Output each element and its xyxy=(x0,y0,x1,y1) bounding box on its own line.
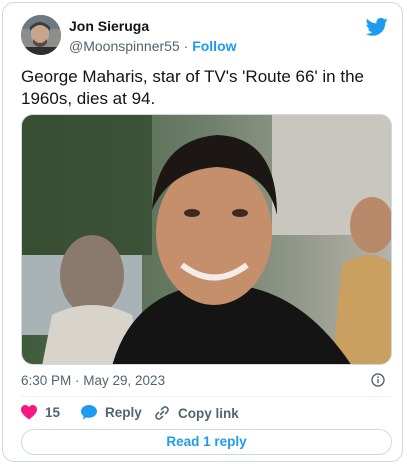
reply-button[interactable]: Reply xyxy=(81,405,142,420)
author-handle[interactable]: @Moonspinner55 xyxy=(69,38,180,54)
read-replies-button[interactable]: Read 1 reply xyxy=(21,429,392,455)
tweet-text: George Maharis, star of TV's 'Route 66' … xyxy=(21,67,364,108)
author-name[interactable]: Jon Sieruga xyxy=(69,18,149,34)
copy-link-button[interactable]: Copy link xyxy=(154,405,239,421)
reply-bubble-icon xyxy=(81,405,97,420)
info-icon[interactable] xyxy=(371,373,385,387)
avatar[interactable] xyxy=(21,15,61,55)
heart-icon xyxy=(21,405,37,420)
author-handle-row: @Moonspinner55 · Follow xyxy=(69,38,237,54)
twitter-bird-icon[interactable] xyxy=(365,17,388,37)
copy-link-label: Copy link xyxy=(178,405,239,421)
reply-label: Reply xyxy=(105,405,142,420)
like-count: 15 xyxy=(45,405,61,420)
tweet-photo[interactable] xyxy=(21,114,392,365)
separator: · xyxy=(183,38,189,54)
link-icon xyxy=(155,406,169,420)
divider xyxy=(21,396,392,397)
tweet-card: Jon Sieruga @Moonspinner55 · Follow Geor… xyxy=(2,2,403,462)
like-button[interactable]: 15 xyxy=(21,405,60,420)
timestamp[interactable]: 6:30 PM · May 29, 2023 xyxy=(21,373,165,388)
follow-button[interactable]: Follow xyxy=(192,38,236,54)
